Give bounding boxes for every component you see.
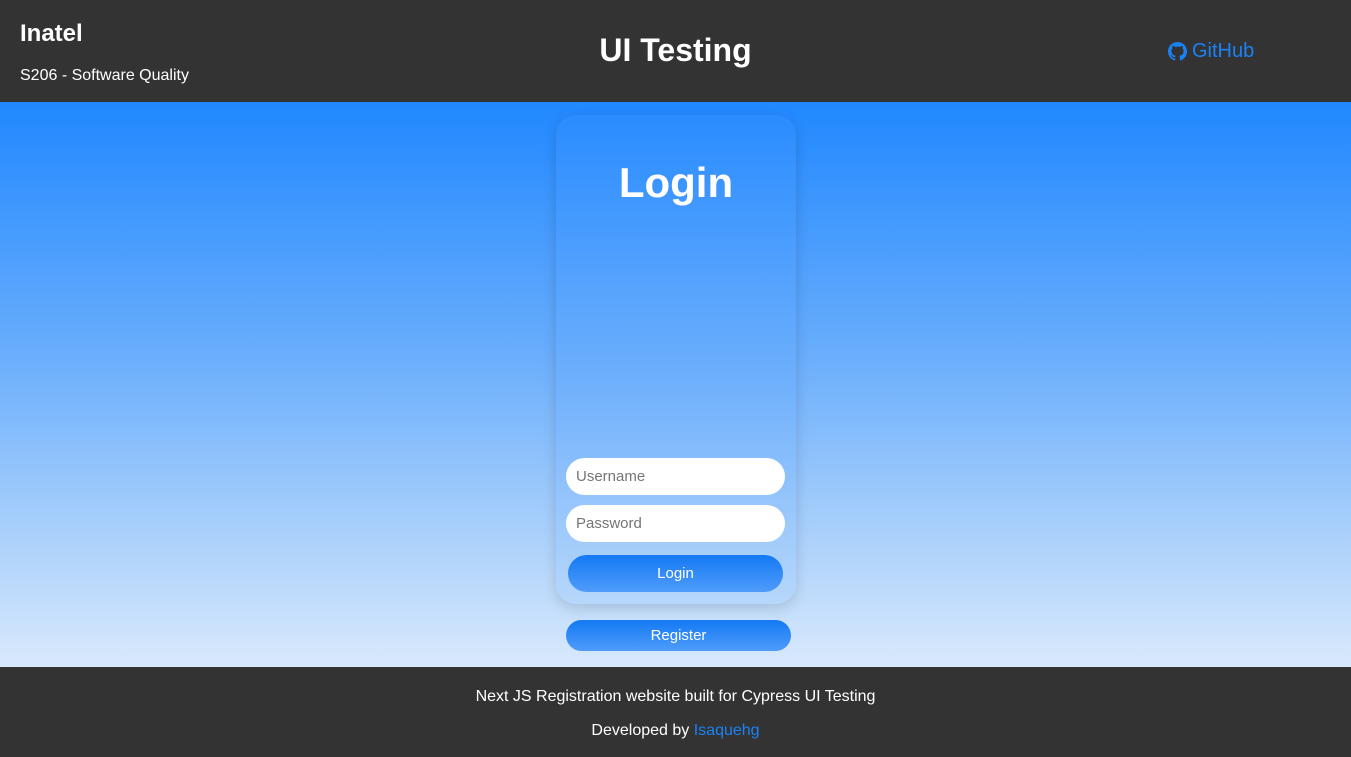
password-input[interactable] bbox=[566, 505, 785, 542]
site-header: Inatel S206 - Software Quality UI Testin… bbox=[0, 0, 1351, 102]
footer-description: Next JS Registration website built for C… bbox=[475, 688, 876, 705]
brand-subtitle: S206 - Software Quality bbox=[20, 67, 189, 84]
github-label: GitHub bbox=[1192, 40, 1255, 62]
login-button[interactable]: Login bbox=[568, 555, 783, 592]
login-card: Login Login bbox=[556, 115, 796, 604]
footer-credits: Developed by Isaquehg bbox=[0, 721, 1351, 741]
login-title: Login bbox=[618, 159, 734, 206]
site-footer: Next JS Registration website built for C… bbox=[0, 667, 1351, 757]
github-icon bbox=[1168, 41, 1187, 61]
main-content: Login Login Register bbox=[0, 102, 1351, 667]
github-link[interactable]: GitHub bbox=[1168, 39, 1254, 63]
username-input[interactable] bbox=[566, 458, 785, 495]
page-heading: UI Testing bbox=[599, 32, 752, 68]
author-link[interactable]: Isaquehg bbox=[694, 722, 760, 739]
register-button[interactable]: Register bbox=[566, 620, 791, 651]
developed-by-label: Developed by bbox=[591, 722, 694, 739]
